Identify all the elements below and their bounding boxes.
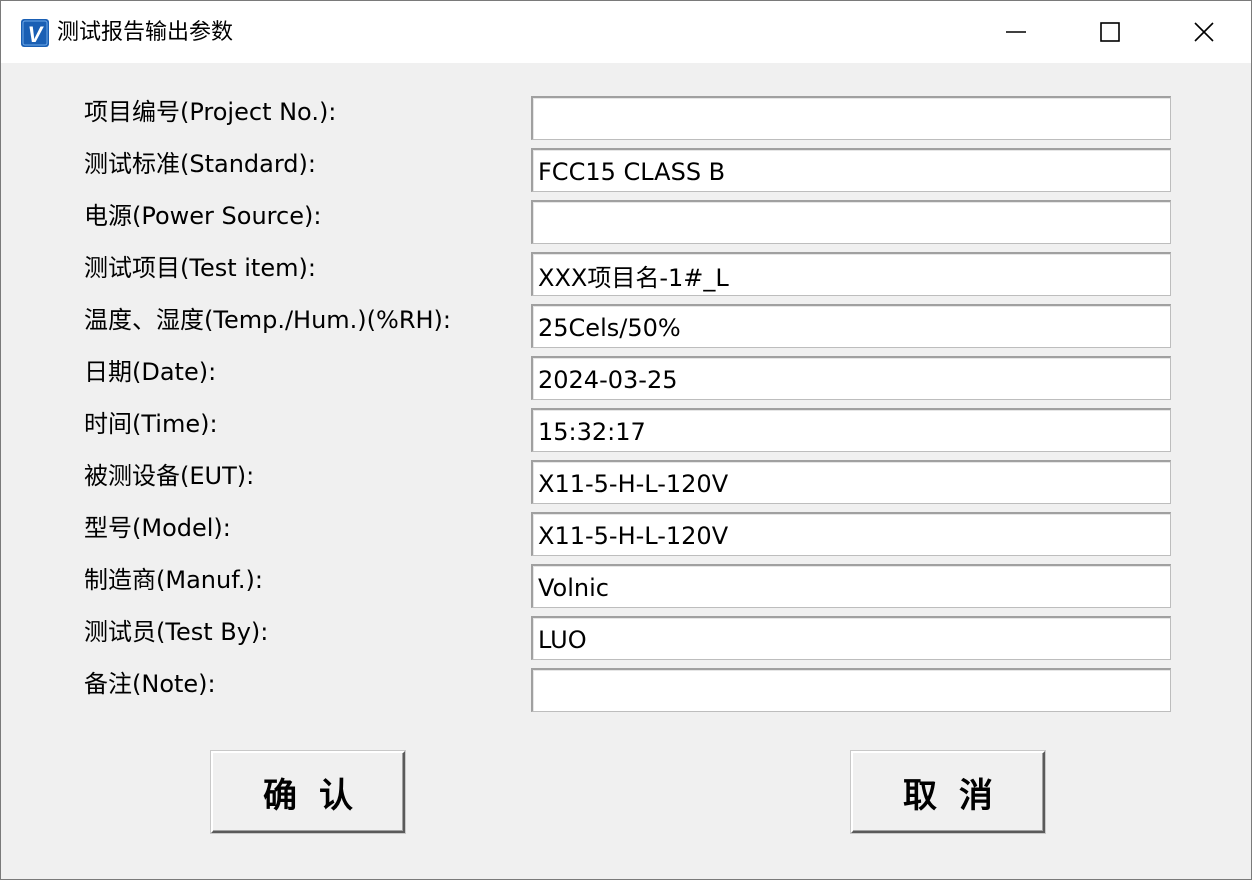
test-by-label: 测试员(Test By): [84,618,269,646]
minimize-icon [1006,31,1026,33]
power-source-label: 电源(Power Source): [84,202,322,230]
temp-humidity-input[interactable] [531,304,1171,348]
cancel-button[interactable]: 取消 [851,751,1045,833]
test-item-input[interactable] [531,252,1171,296]
dialog-window: V 测试报告输出参数 项目编号(Project No.): 测试标准(Stand… [0,0,1252,880]
test-item-label: 测试项目(Test item): [84,254,316,282]
eut-input[interactable] [531,460,1171,504]
app-logo-icon: V [21,19,49,47]
time-input[interactable] [531,408,1171,452]
temp-humidity-label: 温度、湿度(Temp./Hum.)(%RH): [84,306,452,334]
close-button[interactable] [1157,1,1251,63]
standard-label: 测试标准(Standard): [84,150,316,178]
project-no-label: 项目编号(Project No.): [84,98,337,126]
app-logo-letter: V [28,22,45,47]
eut-label: 被测设备(EUT): [84,462,255,490]
confirm-button[interactable]: 确认 [211,751,405,833]
date-label: 日期(Date): [84,358,217,386]
note-input[interactable] [531,668,1171,712]
window-title: 测试报告输出参数 [57,20,234,45]
time-label: 时间(Time): [84,410,218,438]
date-input[interactable] [531,356,1171,400]
title-bar[interactable]: V 测试报告输出参数 [1,1,1251,63]
manufacturer-input[interactable] [531,564,1171,608]
note-label: 备注(Note): [84,670,216,698]
manufacturer-label: 制造商(Manuf.): [84,566,263,594]
close-icon [1194,22,1214,42]
maximize-button[interactable] [1063,1,1157,63]
power-source-input[interactable] [531,200,1171,244]
test-by-input[interactable] [531,616,1171,660]
maximize-icon [1100,22,1120,42]
project-no-input[interactable] [531,96,1171,140]
model-input[interactable] [531,512,1171,556]
standard-input[interactable] [531,148,1171,192]
model-label: 型号(Model): [84,514,231,542]
minimize-button[interactable] [969,1,1063,63]
